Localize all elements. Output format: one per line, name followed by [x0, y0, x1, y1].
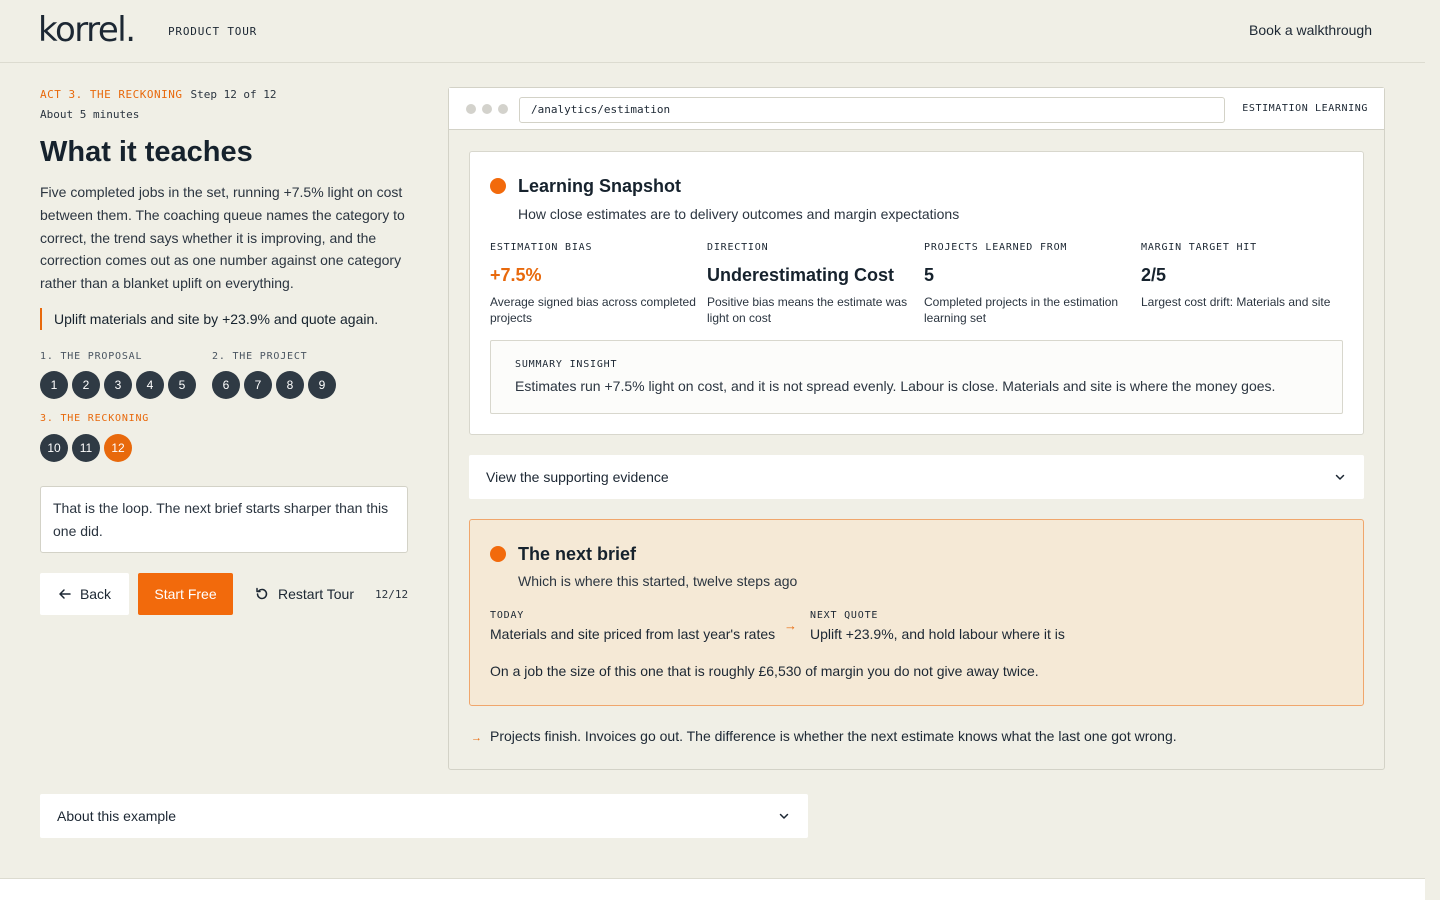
- step-dot-3[interactable]: 3: [104, 371, 132, 399]
- snapshot-subtitle: How close estimates are to delivery outc…: [518, 206, 960, 222]
- browser-section-label: ESTIMATION LEARNING: [1242, 103, 1368, 114]
- metric-label: ESTIMATION BIAS: [490, 242, 593, 253]
- url-field[interactable]: /analytics/estimation: [519, 97, 1225, 123]
- metric-label: PROJECTS LEARNED FROM: [924, 242, 1068, 253]
- section-label-reckoning: 3. THE RECKONING: [40, 413, 150, 424]
- step-dot-10[interactable]: 10: [40, 434, 68, 462]
- step-title: What it teaches: [40, 136, 253, 168]
- status-dot-icon: [490, 546, 506, 562]
- browser-toolbar: /analytics/estimation ESTIMATION LEARNIN…: [449, 88, 1384, 130]
- loop-message: That is the loop. The next brief starts …: [40, 486, 408, 553]
- book-walkthrough-link[interactable]: Book a walkthrough: [1249, 22, 1372, 38]
- metric-value: 2/5: [1141, 265, 1167, 285]
- evidence-label: View the supporting evidence: [486, 469, 669, 485]
- restart-label: Restart Tour: [278, 586, 354, 602]
- today-label: TODAY: [490, 610, 525, 621]
- today-column: TODAY Materials and site priced from las…: [490, 610, 775, 642]
- step-dots-proposal: 1 2 3 4 5: [40, 371, 196, 399]
- arrow-left-icon: [59, 589, 71, 599]
- step-dots-reckoning: 10 11 12: [40, 434, 132, 462]
- next-brief-card: The next brief Which is where this start…: [469, 519, 1364, 706]
- metric-margin-target: MARGIN TARGET HIT 2/5 Largest cost drift…: [1141, 242, 1351, 310]
- step-dot-12-current[interactable]: 12: [104, 434, 132, 462]
- step-counter: 12/12: [375, 588, 409, 601]
- today-text: Materials and site priced from last year…: [490, 626, 776, 642]
- status-dot-icon: [490, 178, 506, 194]
- restart-icon: [256, 587, 268, 600]
- step-dot-7[interactable]: 7: [244, 371, 272, 399]
- next-brief-title: The next brief: [518, 544, 637, 564]
- metric-desc: Largest cost drift: Materials and site: [1141, 295, 1331, 309]
- metric-desc: Average signed bias across completed pro…: [490, 295, 696, 325]
- back-label: Back: [79, 586, 112, 602]
- window-controls: [466, 104, 508, 114]
- margin-note: On a job the size of this one that is ro…: [490, 663, 1039, 679]
- metric-label: DIRECTION: [707, 242, 769, 253]
- next-brief-subtitle: Which is where this started, twelve step…: [518, 573, 798, 589]
- start-free-button[interactable]: Start Free: [138, 573, 233, 615]
- step-dot-4[interactable]: 4: [136, 371, 164, 399]
- metric-desc: Positive bias means the estimate was lig…: [707, 295, 908, 325]
- step-dots-project: 6 7 8 9: [212, 371, 336, 399]
- step-dot-6[interactable]: 6: [212, 371, 240, 399]
- metric-projects-learned: PROJECTS LEARNED FROM 5 Completed projec…: [924, 242, 1134, 326]
- section-label-proposal: 1. THE PROPOSAL: [40, 351, 143, 362]
- supporting-evidence-accordion[interactable]: View the supporting evidence: [469, 455, 1364, 499]
- metric-desc: Completed projects in the estimation lea…: [924, 295, 1119, 325]
- metric-label: MARGIN TARGET HIT: [1141, 242, 1257, 253]
- metric-value: 5: [924, 265, 935, 285]
- step-label: Step 12 of 12: [190, 88, 277, 101]
- arrow-right-icon: →: [784, 618, 797, 633]
- about-example-accordion[interactable]: About this example: [40, 794, 808, 838]
- section-label-project: 2. THE PROJECT: [212, 351, 308, 362]
- browser-frame: /analytics/estimation ESTIMATION LEARNIN…: [448, 87, 1385, 770]
- closing-line: → Projects finish. Invoices go out. The d…: [471, 728, 1177, 744]
- step-dot-8[interactable]: 8: [276, 371, 304, 399]
- top-header: korrel. PRODUCT TOUR Book a walkthrough: [0, 0, 1425, 63]
- back-button[interactable]: Back: [40, 573, 129, 615]
- about-label: About this example: [57, 808, 177, 824]
- step-dot-9[interactable]: 9: [308, 371, 336, 399]
- window-dot-icon: [466, 104, 476, 114]
- step-dot-1[interactable]: 1: [40, 371, 68, 399]
- closing-text: Projects finish. Invoices go out. The di…: [490, 728, 1177, 744]
- next-quote-column: NEXT QUOTE Uplift +23.9%, and hold labou…: [810, 610, 1065, 642]
- step-body: Five completed jobs in the set, running …: [40, 184, 405, 292]
- callout-quote: Uplift materials and site by +23.9% and …: [40, 308, 378, 330]
- metric-direction: DIRECTION Underestimating Cost Positive …: [707, 242, 917, 326]
- metric-value: +7.5%: [490, 265, 542, 285]
- summary-insight-box: SUMMARY INSIGHT Estimates run +7.5% ligh…: [490, 340, 1343, 414]
- arrow-right-icon: →: [471, 732, 482, 744]
- step-dot-5[interactable]: 5: [168, 371, 196, 399]
- footer-strip: [0, 878, 1425, 900]
- window-dot-icon: [498, 104, 508, 114]
- metric-value: Underestimating Cost: [707, 265, 895, 285]
- act-label: ACT 3. THE RECKONING: [40, 88, 183, 101]
- product-tour-label: PRODUCT TOUR: [168, 25, 258, 38]
- korrel-logo[interactable]: korrel.: [38, 10, 136, 50]
- window-dot-icon: [482, 104, 492, 114]
- chevron-down-icon: [1335, 474, 1345, 480]
- learning-snapshot-card: Learning Snapshot How close estimates ar…: [469, 151, 1364, 435]
- restart-tour-button[interactable]: Restart Tour: [254, 573, 354, 615]
- act-line: ACT 3. THE RECKONING Step 12 of 12: [40, 88, 277, 101]
- step-dot-11[interactable]: 11: [72, 434, 100, 462]
- next-quote-label: NEXT QUOTE: [810, 610, 879, 621]
- step-dot-2[interactable]: 2: [72, 371, 100, 399]
- metric-estimation-bias: ESTIMATION BIAS +7.5% Average signed bia…: [490, 242, 700, 326]
- duration-label: About 5 minutes: [40, 108, 140, 121]
- next-quote-text: Uplift +23.9%, and hold labour where it …: [810, 626, 1065, 642]
- insight-label: SUMMARY INSIGHT: [515, 359, 618, 370]
- insight-text: Estimates run +7.5% light on cost, and i…: [515, 378, 1276, 394]
- snapshot-title: Learning Snapshot: [518, 176, 682, 196]
- chevron-down-icon: [779, 813, 789, 819]
